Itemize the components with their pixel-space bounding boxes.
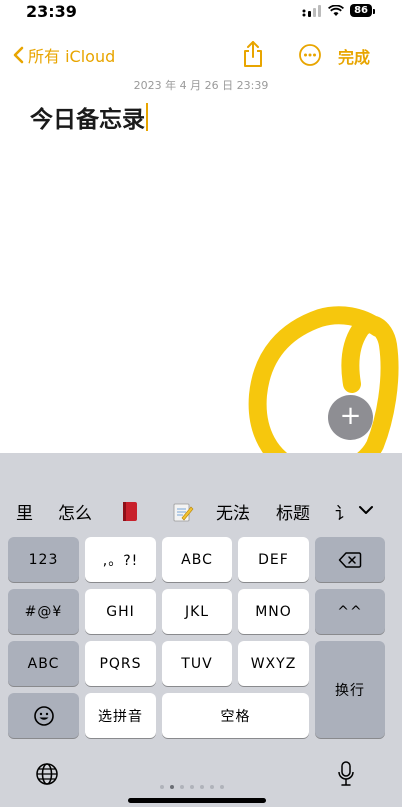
- key-mno[interactable]: MNO: [238, 589, 309, 634]
- cellular-signal-icon: [302, 4, 322, 17]
- keyboard-page-indicator: [160, 785, 224, 789]
- candidate-item[interactable]: 讠: [335, 499, 352, 524]
- page-dot: [190, 785, 194, 789]
- text-cursor: [146, 103, 148, 131]
- candidate-item[interactable]: 怎么: [58, 499, 92, 524]
- candidate-bar: 里 怎么 无法 标题 讠: [0, 499, 402, 527]
- return-key[interactable]: 换行: [315, 641, 385, 738]
- chevron-left-icon: [13, 46, 24, 64]
- key-jkl[interactable]: JKL: [162, 589, 232, 634]
- key-abc-switch[interactable]: ABC: [8, 641, 79, 686]
- back-label: 所有 iCloud: [28, 47, 116, 66]
- delete-backward-icon: [338, 551, 362, 568]
- back-button[interactable]: 所有 iCloud: [12, 43, 115, 67]
- add-attachment-button[interactable]: +: [328, 395, 373, 440]
- key-def[interactable]: DEF: [238, 537, 309, 582]
- done-button[interactable]: 完成: [338, 44, 370, 68]
- key-pqrs[interactable]: PQRS: [85, 641, 156, 686]
- page-dot: [170, 785, 174, 789]
- chevron-down-icon[interactable]: [357, 503, 375, 517]
- key-tuv[interactable]: TUV: [162, 641, 232, 686]
- candidate-item[interactable]: 标题: [276, 499, 310, 524]
- page-dot: [180, 785, 184, 789]
- page-dot: [220, 785, 224, 789]
- key-ghi[interactable]: GHI: [85, 589, 156, 634]
- key-emoticon[interactable]: ^^: [315, 589, 385, 634]
- red-book-emoji-icon[interactable]: [120, 501, 140, 523]
- note-title[interactable]: 今日备忘录: [30, 100, 148, 134]
- share-icon[interactable]: [241, 40, 265, 68]
- memo-emoji-icon[interactable]: [172, 501, 194, 523]
- page-dot: [160, 785, 164, 789]
- ellipsis-circle-icon[interactable]: [298, 43, 322, 67]
- candidate-item[interactable]: 无法: [216, 499, 250, 524]
- page-dot: [200, 785, 204, 789]
- status-indicators: 86: [302, 4, 375, 17]
- space-key[interactable]: 空格: [162, 693, 309, 738]
- candidate-item[interactable]: 里: [16, 499, 33, 524]
- key-wxyz[interactable]: WXYZ: [238, 641, 309, 686]
- note-title-text: 今日备忘录: [30, 107, 145, 133]
- home-indicator[interactable]: [128, 798, 266, 803]
- key-123[interactable]: 123: [8, 537, 79, 582]
- key-select-pinyin[interactable]: 选拼音: [85, 693, 156, 738]
- key-symbols[interactable]: #@¥: [8, 589, 79, 634]
- key-punctuation[interactable]: ,。?!: [85, 537, 156, 582]
- globe-icon[interactable]: [35, 762, 59, 786]
- battery-indicator: 86: [350, 4, 375, 17]
- key-abc[interactable]: ABC: [162, 537, 232, 582]
- emoji-key[interactable]: [8, 693, 79, 738]
- wifi-icon: [328, 4, 345, 16]
- status-time: 23:39: [26, 2, 77, 21]
- page-dot: [210, 785, 214, 789]
- microphone-icon[interactable]: [337, 760, 355, 788]
- emoji-icon: [33, 705, 54, 726]
- delete-key[interactable]: [315, 537, 385, 582]
- note-date: 2023 年 4 月 26 日 23:39: [133, 79, 269, 92]
